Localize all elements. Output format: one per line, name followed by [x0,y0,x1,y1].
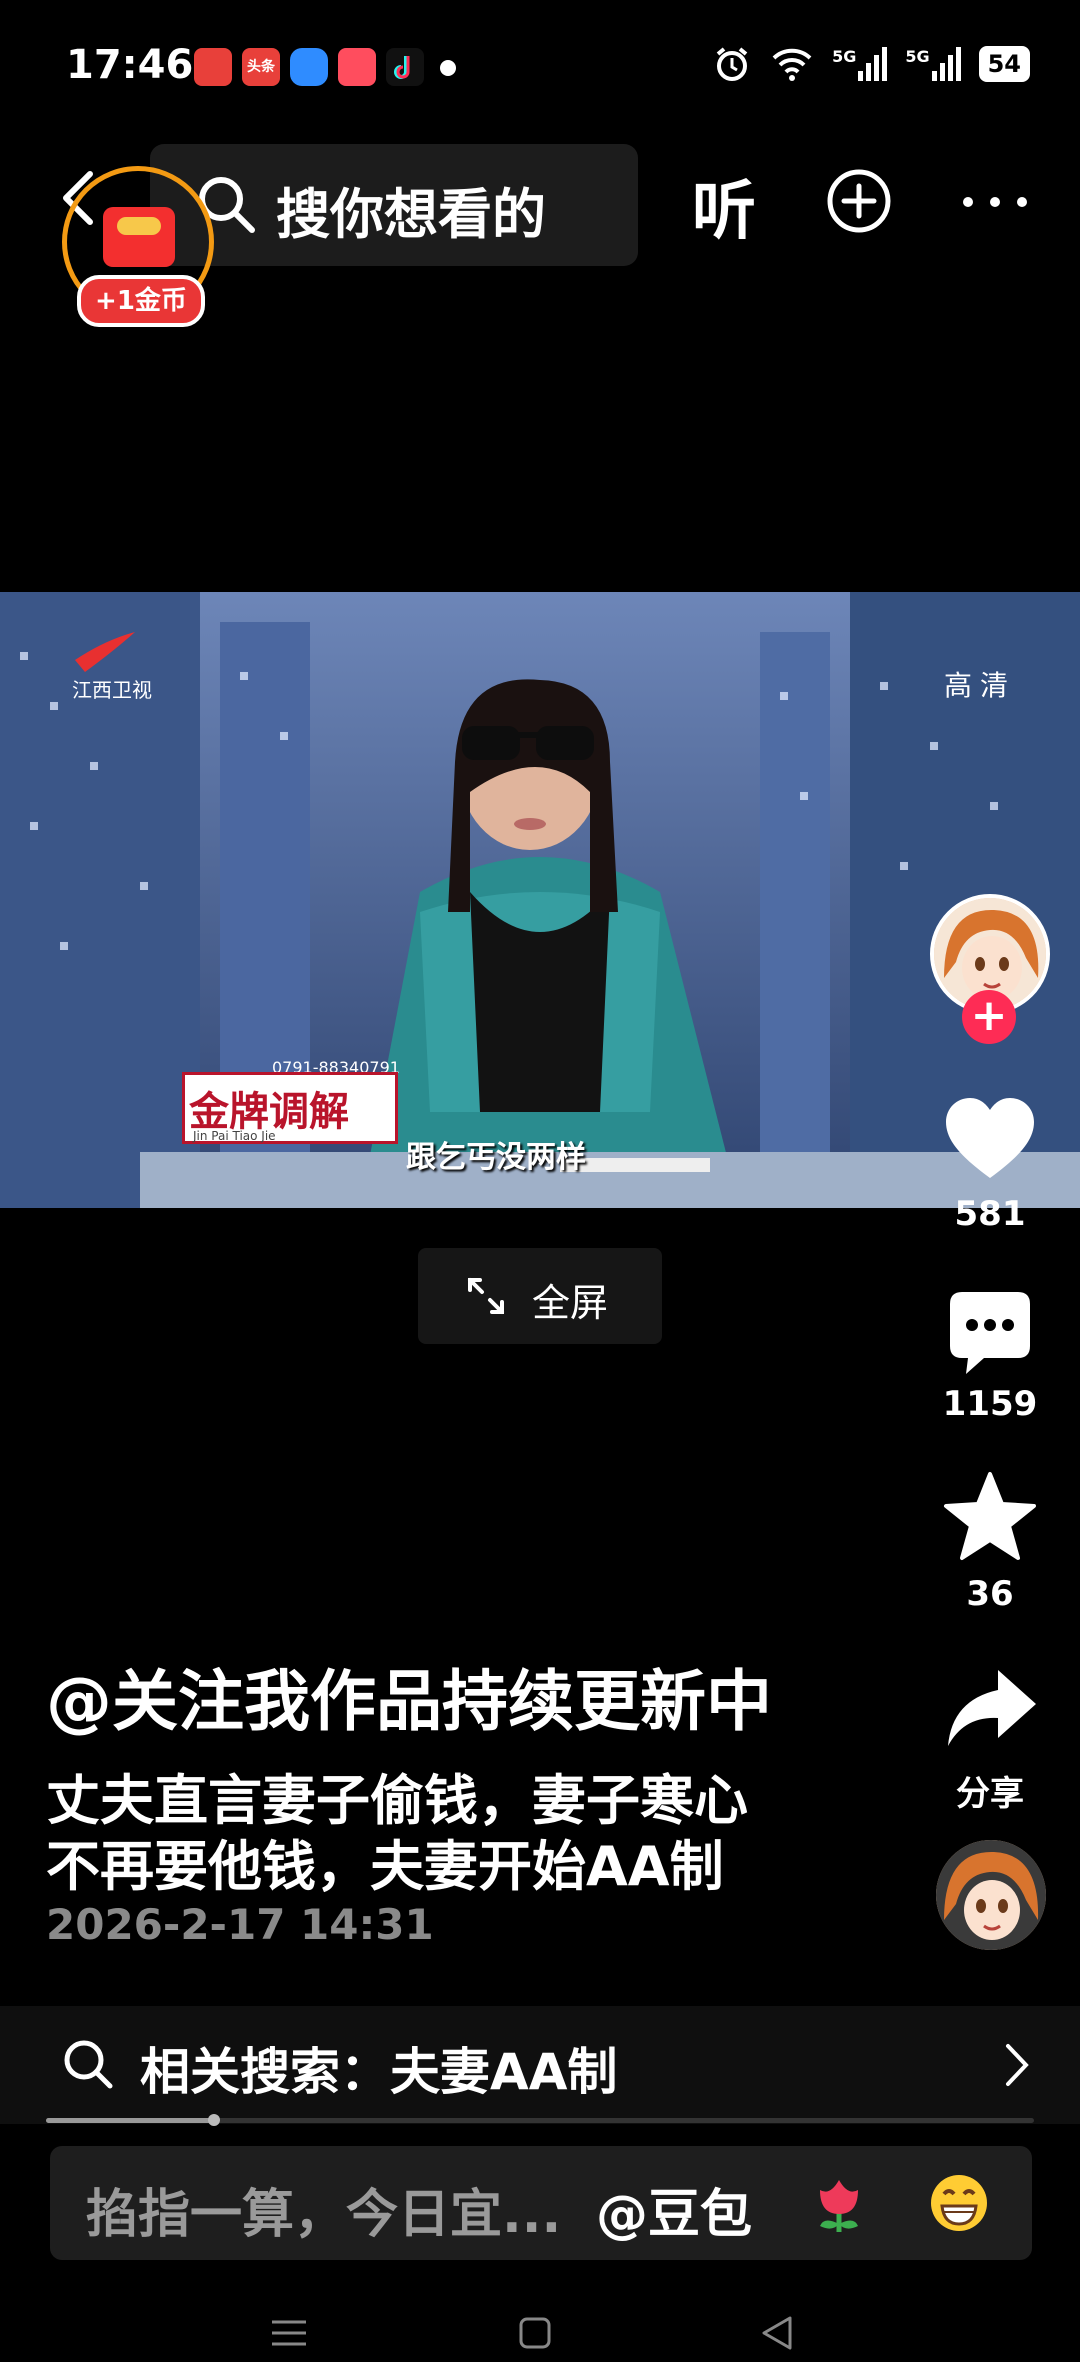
nav-back-icon[interactable] [758,2314,794,2352]
caption-text-line-2: 不再要他钱，夫妻开始AA制 [46,1835,724,1898]
blue-app-icon [290,48,328,86]
comment-placeholder: 掐指一算，今日宜... [86,2185,562,2245]
red-packet-coin[interactable]: +1金币 [62,166,214,327]
progress-fill [46,2118,214,2123]
comment-count: 1159 [942,1384,1038,1424]
follow-plus-button[interactable]: + [962,990,1016,1044]
video-app-icon [338,48,376,86]
search-placeholder: 搜你想看的 [276,183,546,246]
alarm-icon [716,47,748,81]
progress-thumb[interactable] [207,2114,220,2126]
quality-label[interactable]: 高清 [944,664,1016,704]
post-date: 2026-2-17 14:31 [46,1900,434,1949]
coin-badge: +1金币 [77,275,205,327]
grin-emoji-icon[interactable] [928,2172,990,2234]
fullscreen-label: 全屏 [532,1281,609,1325]
like-heart-icon[interactable] [940,1090,1040,1190]
comment-icon[interactable] [940,1284,1040,1384]
add-circle-icon[interactable] [826,168,892,234]
notification-dot [440,60,456,76]
related-search-label: 相关搜索：夫妻AA制 [140,2043,618,2101]
wifi-icon [772,48,812,81]
battery-indicator: 54 [978,46,1030,82]
expand-icon [468,1278,504,1314]
nav-menu-icon[interactable] [270,2318,308,2348]
network-label-2: 5G [905,47,930,66]
toutiao-icon: 头条 [242,48,280,86]
channel-logo-text: 江西卫视 [72,678,152,702]
video-progress-bar[interactable] [46,2114,1034,2126]
network-label-1: 5G [832,47,857,66]
search-box[interactable]: 搜你想看的 [150,144,638,266]
signal-2: 5G [905,47,961,81]
favorite-star-icon[interactable] [940,1468,1040,1568]
chevron-right-icon [1006,2044,1029,2086]
search-icon [64,2040,113,2089]
tiktok-icon [386,48,424,86]
comment-input[interactable]: 掐指一算，今日宜... @豆包 [50,2146,1032,2260]
video-player[interactable]: 江西卫视 高清 0791-88340791 金牌调解 Jin Pai Tiao … [0,592,1080,1208]
status-right: 5G 5G 54 [712,44,1030,84]
show-logo: 金牌调解 Jin Pai Tiao Jie [182,1072,398,1144]
fullscreen-button[interactable]: 全屏 [418,1248,662,1344]
show-sub: Jin Pai Tiao Jie [193,1129,276,1143]
status-time: 17:46 [66,42,194,88]
like-count: 581 [954,1194,1026,1234]
music-disc-avatar[interactable] [936,1840,1046,1950]
coin-stack-icon [117,217,161,235]
caption-author[interactable]: @关注我作品持续更新中 [46,1648,772,1744]
share-arrow-icon[interactable] [940,1660,1040,1760]
more-icon[interactable] [962,196,1028,208]
video-subtitle: 跟乞丐没两样 [406,1140,586,1175]
related-search-bar[interactable]: 相关搜索：夫妻AA制 [0,2006,1080,2124]
share-label: 分享 [956,1774,1024,1814]
music-avatar-image [936,1840,1046,1950]
app-red-icon [194,48,232,86]
flower-icon[interactable] [808,2172,870,2234]
doubao-mention[interactable]: @豆包 [596,2172,752,2247]
favorite-count: 36 [966,1574,1014,1614]
signal-1: 5G [832,47,888,81]
red-envelope-icon [103,207,175,267]
listen-button[interactable]: 听 [692,160,756,252]
nav-home-icon[interactable] [518,2316,552,2350]
video-frame [0,592,1080,1208]
